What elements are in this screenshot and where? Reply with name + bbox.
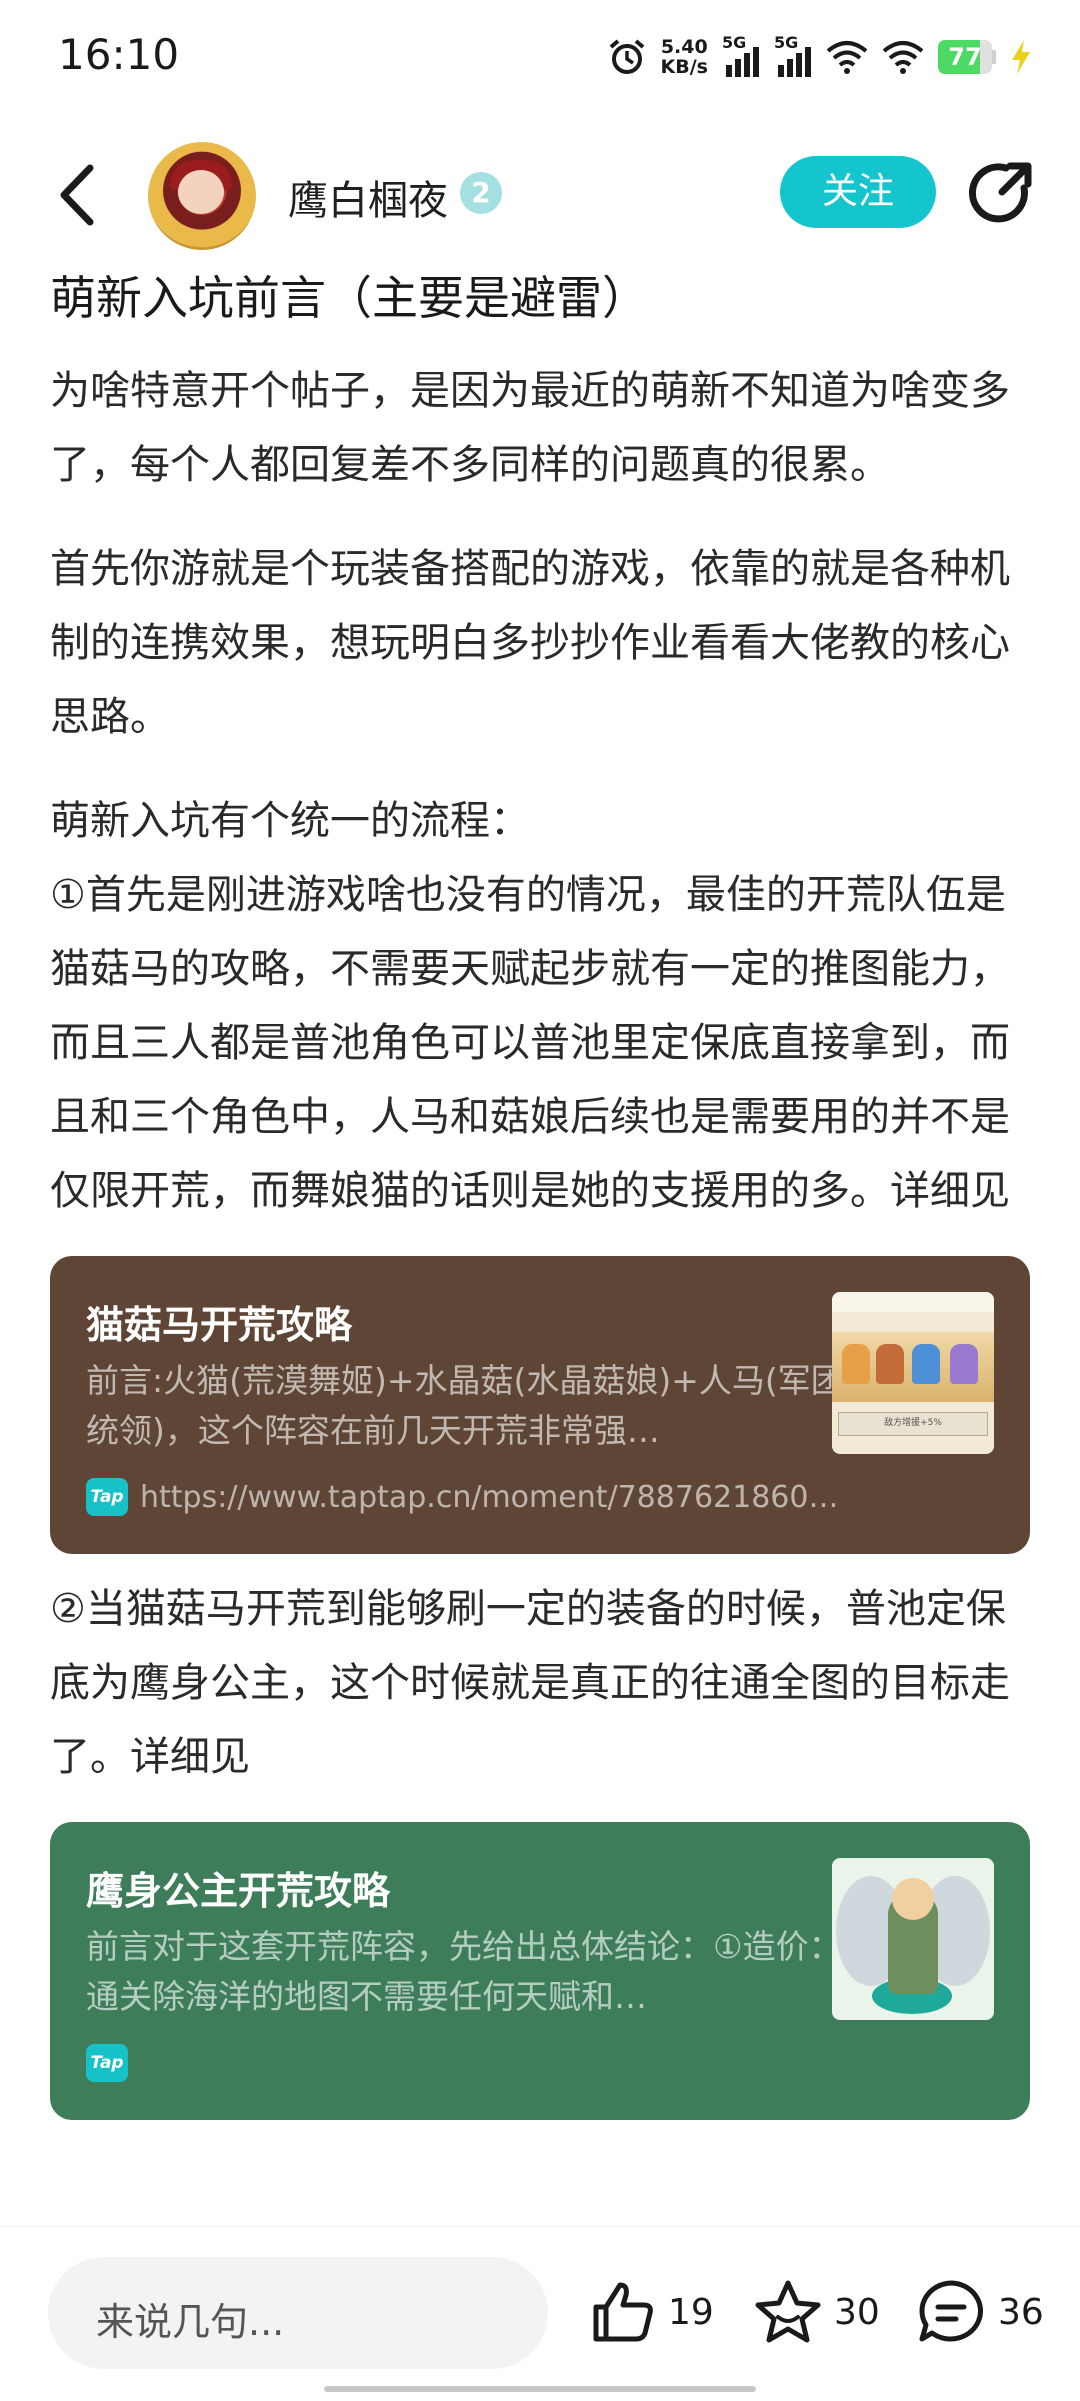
taptap-logo-icon-2: Tap — [86, 2044, 128, 2082]
thumbnail-caption: 敌方增援+5% — [884, 1418, 942, 1428]
level-badge: 2 — [460, 172, 502, 214]
alarm-icon — [609, 39, 644, 74]
signal-1-label: 5G — [722, 33, 747, 52]
link-card-title: 猫菇马开荒攻略 — [86, 1303, 353, 1347]
link-card-source-2: Tap — [86, 2044, 846, 2082]
link-card-thumbnail: 敌方增援+5% — [832, 1292, 994, 1454]
favorite-button[interactable]: 30 — [754, 2277, 880, 2347]
comment-placeholder: 来说几句... — [96, 2300, 285, 2344]
net-speed: 5.40 KB/s — [661, 37, 708, 77]
status-icons: 5.40 KB/s 5G 5G 77 — [607, 32, 1032, 82]
thumbs-up-icon — [593, 2282, 653, 2342]
paragraph-3-step1: ①首先是刚进游戏啥也没有的情况，最佳的开荒队伍是猫菇马的攻略，不需要天赋起步就有… — [50, 872, 1010, 1214]
back-button[interactable] — [50, 160, 110, 230]
link-card-harpy-princess[interactable]: 鹰身公主开荒攻略 前言对于这套开荒阵容，先给出总体结论：①造价：通关除海洋的地图… — [50, 1822, 1030, 2120]
paragraph-3-intro: 萌新入坑有个统一的流程： — [50, 798, 530, 844]
bottom-action-bar: 来说几句... 19 30 36 — [0, 2226, 1080, 2401]
signal-1: 5G — [722, 33, 760, 77]
link-card-desc-2: 前言对于这套开荒阵容，先给出总体结论：①造价：通关除海洋的地图不需要任何天赋和… — [86, 1927, 842, 2016]
comment-input[interactable]: 来说几句... — [48, 2257, 548, 2369]
link-card-mao-gu-ma[interactable]: 猫菇马开荒攻略 前言:火猫(荒漠舞姬)+水晶菇(水晶菇娘)+人马(军团统领)，这… — [50, 1256, 1030, 1554]
link-card-url: https://www.taptap.cn/moment/7887621860… — [140, 1479, 839, 1515]
home-indicator[interactable] — [324, 2386, 756, 2392]
post-content: 萌新入坑前言（主要是避雷） 为啥特意开个帖子，是因为最近的萌新不知道为啥变多了，… — [50, 268, 1030, 2138]
post-title: 萌新入坑前言（主要是避雷） — [50, 271, 648, 325]
like-button[interactable]: 19 — [590, 2277, 714, 2347]
link-card-title-2: 鹰身公主开荒攻略 — [86, 1869, 391, 1913]
net-speed-unit: KB/s — [660, 56, 708, 78]
status-bar: 16:10 5.40 KB/s 5G 5G 77 — [0, 0, 1080, 115]
post-header: 鹰白椢夜 2 关注 — [0, 130, 1080, 260]
wifi-icon — [826, 41, 868, 74]
comment-count: 36 — [998, 2291, 1044, 2333]
paragraph-2: 首先你游就是个玩装备搭配的游戏，依靠的就是各种机制的连携效果，想玩明白多抄抄作业… — [50, 546, 1010, 740]
charging-icon — [1012, 40, 1030, 74]
link-card-thumbnail-2 — [832, 1858, 994, 2020]
net-speed-value: 5.40 — [660, 36, 708, 58]
comment-bubble-icon — [919, 2280, 984, 2342]
paragraph-1: 为啥特意开个帖子，是因为最近的萌新不知道为啥变多了，每个人都回复差不多同样的问题… — [50, 368, 1010, 488]
follow-button[interactable]: 关注 — [780, 156, 936, 228]
taptap-logo-icon: Tap — [86, 1478, 128, 1516]
wifi-icon-2 — [882, 41, 924, 74]
star-icon — [755, 2280, 821, 2343]
like-count: 19 — [668, 2291, 714, 2333]
author-avatar[interactable] — [148, 142, 256, 250]
signal-2: 5G — [774, 33, 812, 77]
comments-button[interactable]: 36 — [918, 2277, 1044, 2347]
author-name[interactable]: 鹰白椢夜 — [288, 168, 448, 226]
share-button[interactable] — [966, 158, 1036, 228]
paragraph-4-step2: ②当猫菇马开荒到能够刷一定的装备的时候，普池定保底为鹰身公主，这个时候就是真正的… — [50, 1586, 1010, 1780]
battery-indicator: 77 — [938, 40, 996, 74]
link-card-source: Tap https://www.taptap.cn/moment/7887621… — [86, 1478, 846, 1516]
link-card-desc: 前言:火猫(荒漠舞姬)+水晶菇(水晶菇娘)+人马(军团统领)，这个阵容在前几天开… — [86, 1361, 844, 1450]
battery-percent: 77 — [948, 43, 982, 71]
signal-2-label: 5G — [774, 33, 799, 52]
status-time: 16:10 — [58, 30, 180, 79]
favorite-count: 30 — [834, 2291, 880, 2333]
